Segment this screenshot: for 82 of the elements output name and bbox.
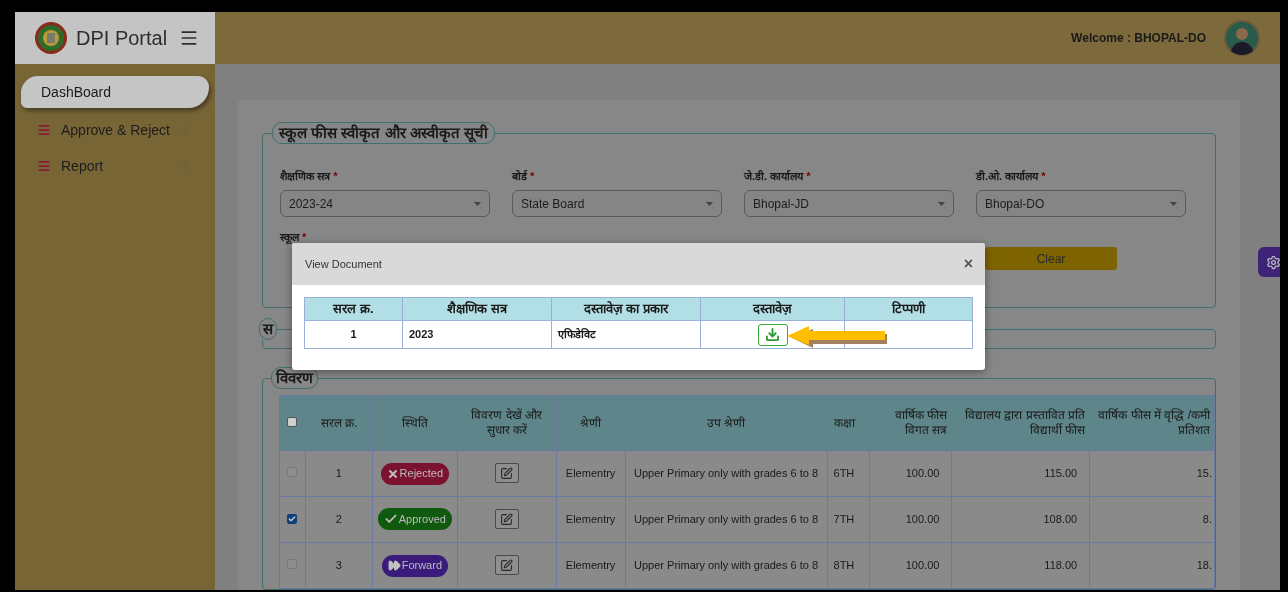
- table-cell: 8TH: [827, 542, 870, 589]
- column-header: दस्तावेज़ का प्रकार: [551, 297, 701, 321]
- select-field[interactable]: State Board: [512, 190, 722, 217]
- caret-icon: [474, 201, 481, 206]
- table-cell: Elementry: [556, 496, 626, 543]
- select-field[interactable]: Bhopal-JD: [744, 190, 954, 217]
- column-header: सरल क्र.: [305, 395, 373, 451]
- field-label: जे.डी. कार्यालय *: [744, 169, 812, 184]
- table-cell: 3: [305, 542, 373, 589]
- cross-icon: [386, 467, 399, 480]
- table-cell: Upper Primary only with grades 6 to 8: [625, 496, 828, 543]
- table-cell: 1: [305, 450, 373, 497]
- status-badge: Forward: [381, 554, 448, 577]
- column-header: श्रेणी: [556, 395, 626, 451]
- brand-title: DPI Portal: [76, 26, 168, 51]
- caret-icon: [938, 201, 945, 206]
- settings-icon: [1265, 254, 1280, 270]
- column-header: उप श्रेणी: [625, 395, 828, 451]
- column-header: स्थिति: [372, 395, 458, 451]
- table-cell: 115.00: [951, 450, 1090, 497]
- emblem-icon: [34, 21, 68, 55]
- sidebar-item[interactable]: DashBoard: [21, 76, 209, 108]
- sidebar-item[interactable]: Report: [15, 148, 215, 184]
- download-icon: [765, 327, 780, 342]
- field-label: शैक्षणिक सत्र *: [280, 169, 339, 184]
- table-cell: Elementry: [556, 450, 626, 497]
- avatar[interactable]: [1224, 20, 1260, 56]
- column-header: वार्षिक फीस विगत सत्र: [870, 395, 952, 451]
- edit-icon: [500, 466, 514, 480]
- table-cell: 118.00: [951, 542, 1090, 589]
- panel-title: स्कूल फीस स्वीकृत और अस्वीकृत सूची: [272, 122, 495, 144]
- settings-tab[interactable]: [1258, 247, 1280, 277]
- table-cell: 18.: [1089, 542, 1215, 589]
- edit-button[interactable]: [494, 555, 519, 575]
- column-header: शैक्षणिक सत्र: [402, 297, 552, 321]
- column-header: सरल क्र.: [304, 297, 403, 321]
- table-cell: 6TH: [827, 450, 870, 497]
- caret-icon: [706, 201, 713, 206]
- clear-button[interactable]: Clear: [985, 247, 1117, 270]
- sidebar-item[interactable]: Approve & Reject: [15, 112, 215, 148]
- close-button[interactable]: ×: [963, 256, 973, 272]
- column-header: कक्षा: [827, 395, 870, 451]
- table-cell: 2023: [402, 320, 552, 349]
- edit-button[interactable]: [494, 463, 519, 483]
- table-cell: एफिडेविट: [551, 320, 701, 349]
- column-header: दस्तावेज़: [700, 297, 845, 321]
- status-badge: Rejected: [380, 462, 450, 485]
- forward-icon: [387, 559, 401, 572]
- status-badge: Approved: [377, 508, 452, 531]
- column-header: विवरण देखें और सुधार करें: [457, 395, 557, 451]
- caret-icon: [1170, 201, 1177, 206]
- table-cell: 100.00: [870, 450, 952, 497]
- table-cell: 2: [305, 496, 373, 543]
- column-header: टिप्पणी: [844, 297, 973, 321]
- table-cell: 100.00: [870, 496, 952, 543]
- dialog-title: View Document: [305, 256, 382, 272]
- menu-icon: [37, 159, 51, 173]
- table-cell: Upper Primary only with grades 6 to 8: [625, 450, 828, 497]
- checkbox[interactable]: [287, 416, 298, 427]
- table-cell: 108.00: [951, 496, 1090, 543]
- edit-button[interactable]: [494, 509, 519, 529]
- table-cell: 1: [304, 320, 403, 349]
- checkbox[interactable]: [287, 514, 298, 525]
- edit-icon: [500, 558, 514, 572]
- field-label: बोर्ड *: [512, 169, 536, 184]
- table-cell: Upper Primary only with grades 6 to 8: [625, 542, 828, 589]
- menu-icon: [37, 123, 51, 137]
- edit-icon: [500, 512, 514, 526]
- check-icon: [288, 515, 297, 524]
- field-label: डी.ओ. कार्यालय *: [976, 169, 1047, 184]
- download-button[interactable]: [757, 323, 788, 346]
- table-cell: Elementry: [556, 542, 626, 589]
- column-header: वार्षिक फीस में वृद्धि /कमी प्रतिशत: [1089, 395, 1215, 451]
- table-cell: 15.: [1089, 450, 1215, 497]
- welcome-text: Welcome : BHOPAL-DO: [1071, 30, 1206, 47]
- table-cell: 7TH: [827, 496, 870, 543]
- field-label: स्कूल *: [280, 230, 307, 247]
- table-cell: 8.: [1089, 496, 1215, 543]
- select-field[interactable]: Bhopal-DO: [976, 190, 1186, 217]
- column-header: विद्यालय द्वारा प्रस्तावित प्रति विद्यार्थी फीस: [951, 395, 1090, 451]
- select-field[interactable]: 2023-24: [280, 190, 490, 217]
- table-cell: 100.00: [870, 542, 952, 589]
